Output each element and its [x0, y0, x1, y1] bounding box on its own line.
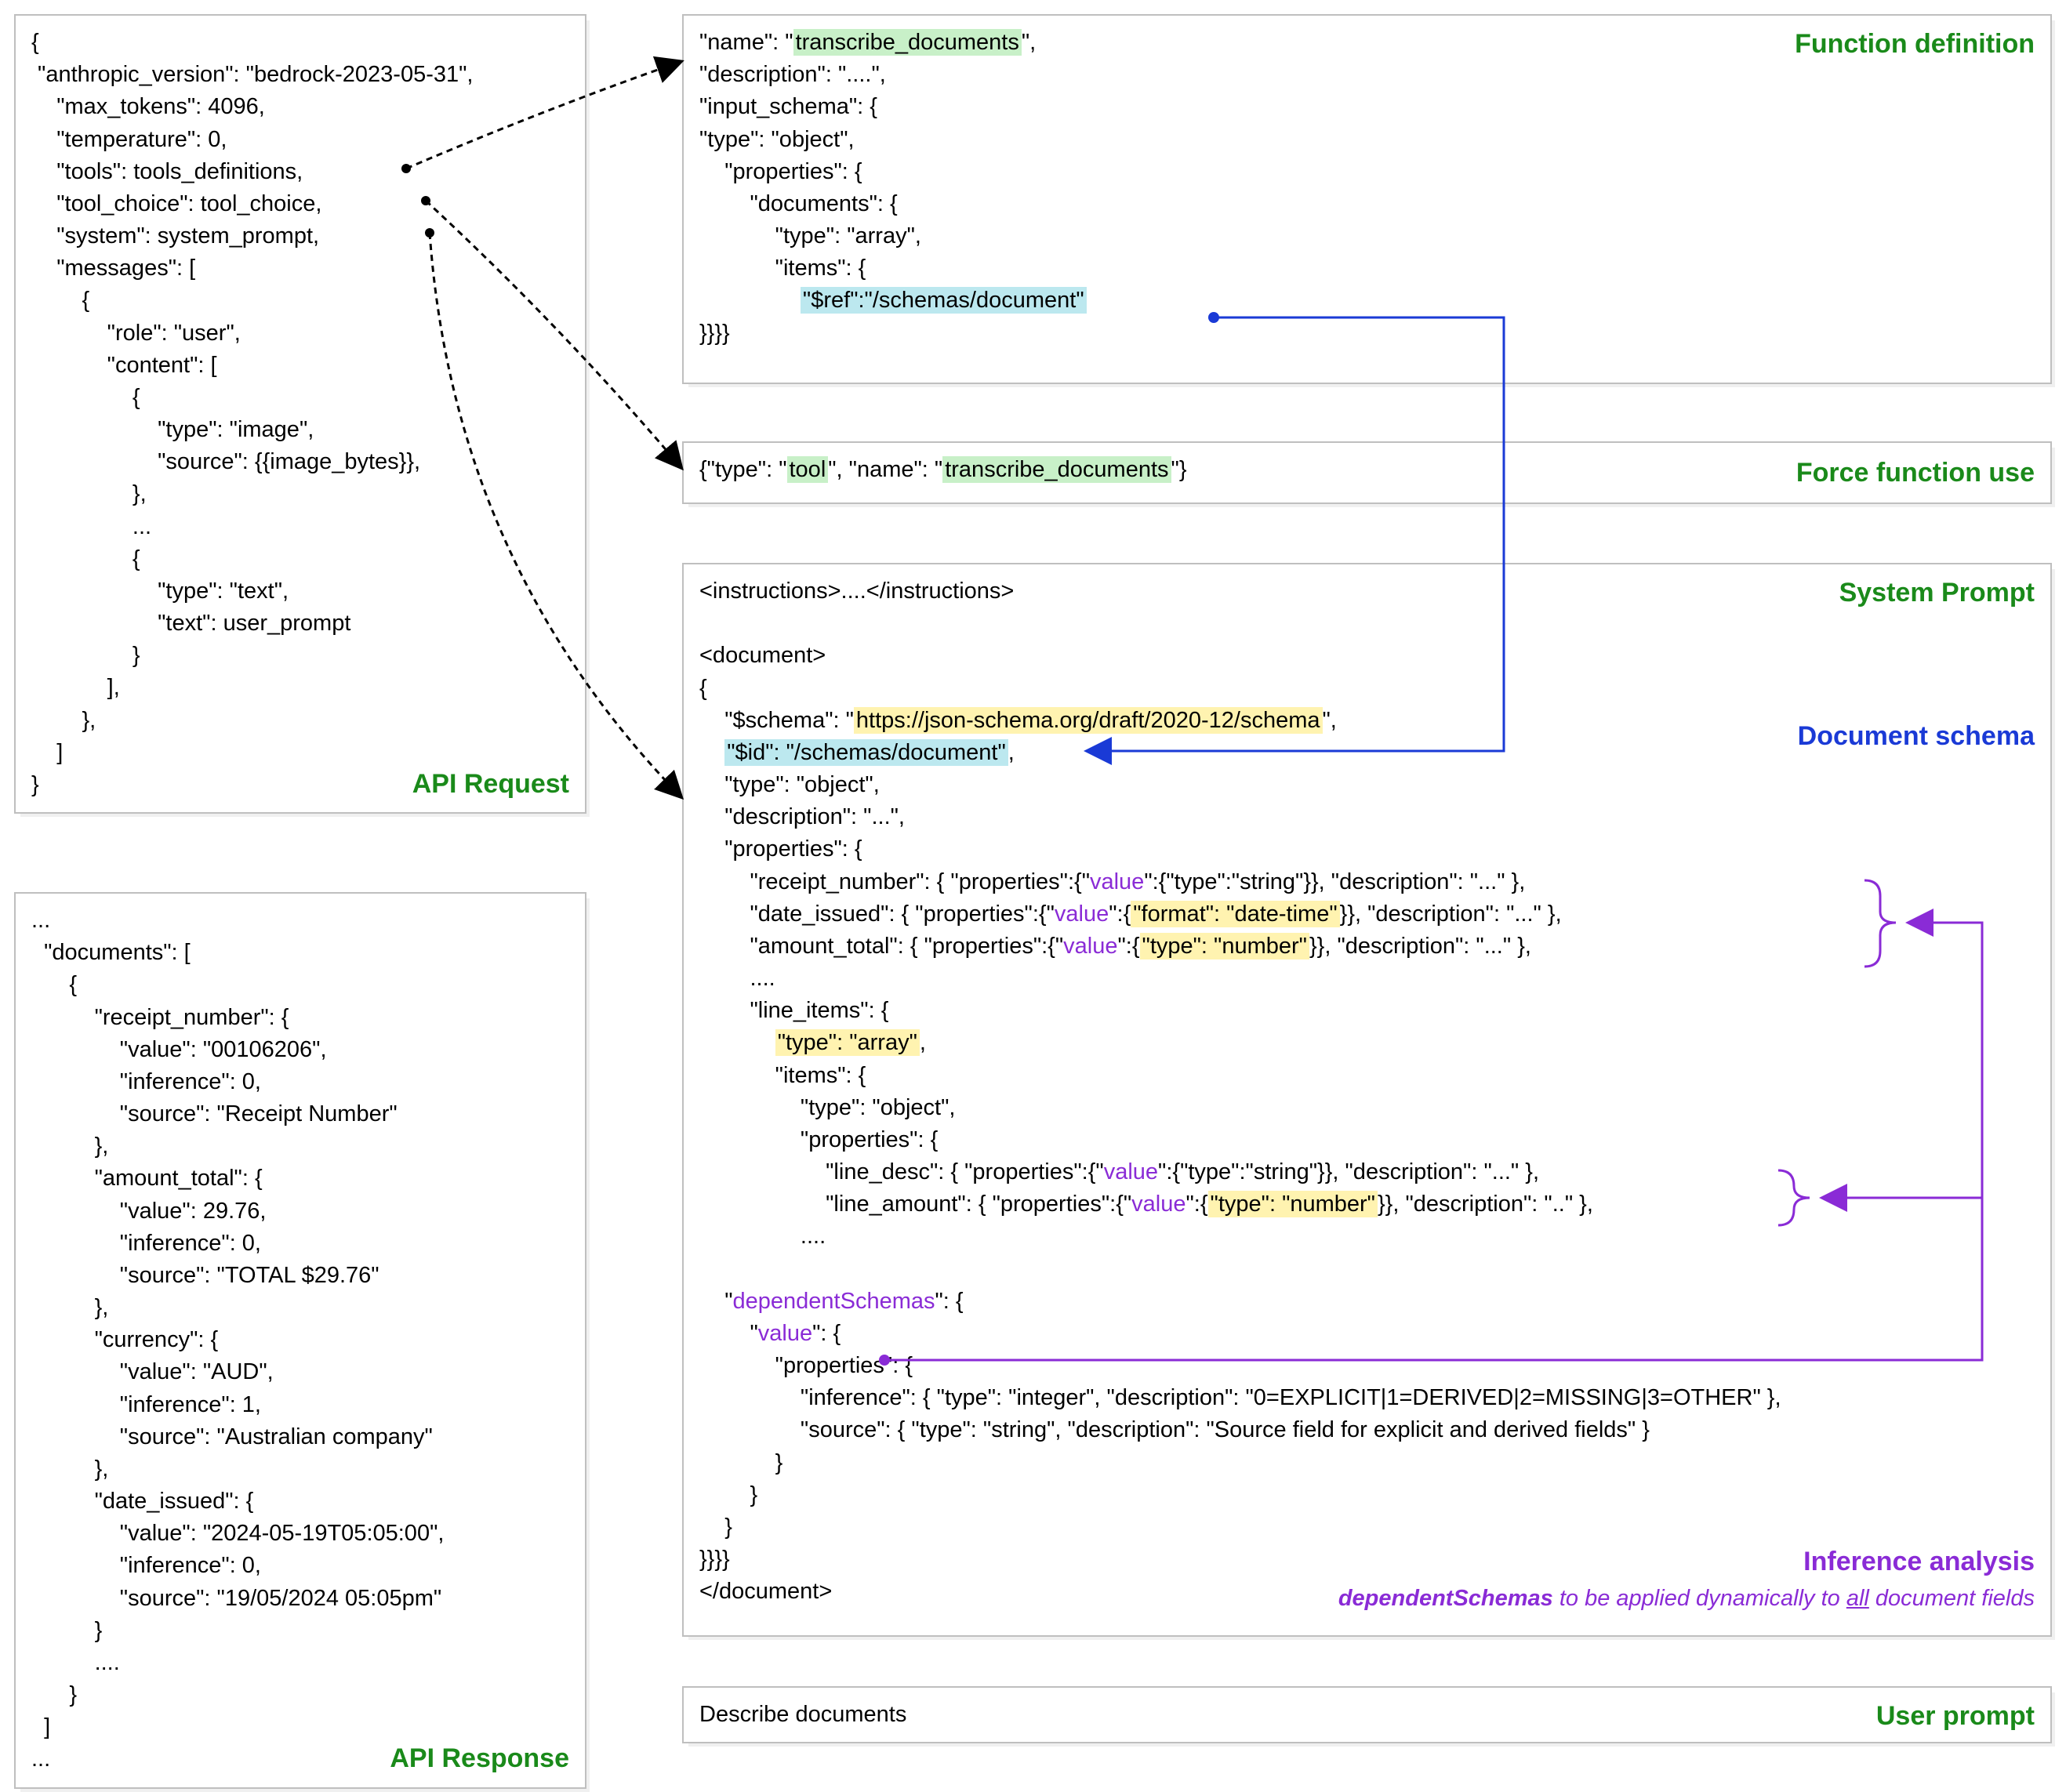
api-request-code: { "anthropic_version": "bedrock-2023-05-… [31, 27, 569, 801]
force-function-box: {"type": "tool", "name": "transcribe_doc… [682, 441, 2052, 504]
system-prompt-box: <instructions>....</instructions> <docum… [682, 563, 2052, 1637]
inference-analysis-subtitle: dependentSchemas to be applied dynamical… [1338, 1583, 2035, 1615]
system-prompt-title: System Prompt [1839, 574, 2035, 611]
api-request-title: API Request [412, 765, 569, 803]
force-function-title: Force function use [1796, 454, 2035, 492]
document-schema-title: Document schema [1798, 717, 2035, 755]
user-prompt-title: User prompt [1876, 1697, 2035, 1735]
api-response-code: ... "documents": [ { "receipt_number": {… [31, 905, 569, 1776]
api-response-title: API Response [390, 1739, 569, 1777]
user-prompt-code: Describe documents [699, 1699, 2035, 1731]
inference-analysis-title: Inference analysis [1803, 1543, 2035, 1580]
api-request-box: { "anthropic_version": "bedrock-2023-05-… [14, 14, 586, 814]
api-response-box: ... "documents": [ { "receipt_number": {… [14, 892, 586, 1789]
function-definition-title: Function definition [1795, 25, 2035, 63]
user-prompt-box: Describe documents User prompt [682, 1686, 2052, 1743]
function-definition-box: "name": "transcribe_documents", "descrip… [682, 14, 2052, 384]
function-definition-code: "name": "transcribe_documents", "descrip… [699, 27, 2035, 350]
